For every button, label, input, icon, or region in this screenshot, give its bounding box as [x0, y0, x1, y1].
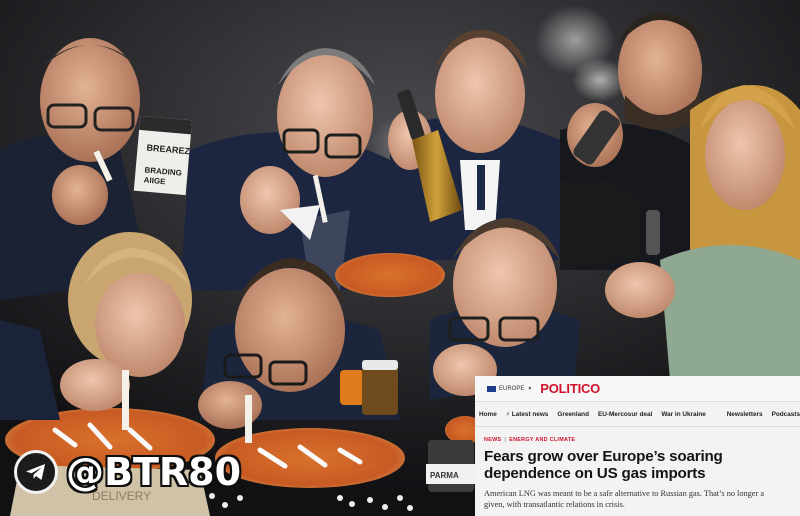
chevron-down-icon: ▼ — [527, 385, 533, 392]
region-selector[interactable]: EUROPE ▼ — [487, 385, 533, 392]
channel-watermark: @BTR80 — [14, 446, 241, 498]
tag-news[interactable]: NEWS — [484, 437, 501, 443]
dek-line-2: given, with transatlantic relations in c… — [484, 500, 625, 509]
politico-article-clipping: EUROPE ▼ POLITICO Home ⚡ Latest news Gre… — [475, 376, 800, 516]
eu-flag-icon — [487, 385, 496, 392]
article-tags: NEWS | ENERGY AND CLIMATE — [484, 437, 576, 443]
telegram-icon — [14, 450, 58, 494]
nav-greenland[interactable]: Greenland — [557, 411, 589, 418]
headline-line-2: dependence on US gas imports — [484, 465, 706, 482]
lightning-icon: ⚡ — [505, 411, 510, 418]
article-dek: American LNG was meant to be a safe alte… — [484, 488, 791, 510]
dek-line-1: American LNG was meant to be a safe alte… — [484, 489, 765, 498]
tag-energy-climate[interactable]: ENERGY AND CLIMATE — [509, 437, 575, 443]
politico-header: EUROPE ▼ POLITICO — [475, 376, 800, 402]
politico-nav: Home ⚡ Latest news Greenland EU-Mercosur… — [475, 402, 800, 427]
nav-home[interactable]: Home — [479, 411, 497, 418]
headline-line-1: Fears grow over Europe’s soaring — [484, 448, 723, 465]
article-body: NEWS | ENERGY AND CLIMATE Fears grow over … — [475, 427, 800, 510]
region-label: EUROPE — [499, 385, 525, 392]
channel-handle: @BTR80 — [66, 450, 242, 494]
nav-eu-mercosur[interactable]: EU-Mercosur deal — [598, 411, 652, 418]
jar-text: PARMA — [430, 471, 459, 480]
nav-podcasts[interactable]: Podcasts — [772, 411, 800, 418]
nav-war-in-ukraine[interactable]: War in Ukraine — [661, 411, 706, 418]
politico-logo[interactable]: POLITICO — [540, 381, 600, 396]
nav-newsletters[interactable]: Newsletters — [727, 411, 763, 418]
article-headline[interactable]: Fears grow over Europe’s soaring depende… — [484, 448, 791, 482]
nav-latest-news[interactable]: ⚡ Latest news — [506, 411, 549, 418]
